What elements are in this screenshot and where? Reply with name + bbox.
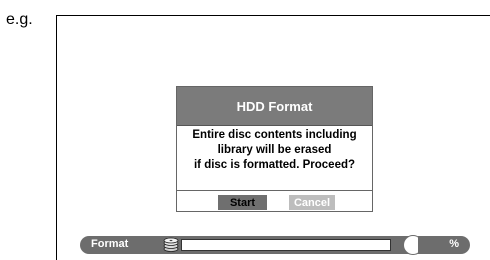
status-bar-right: % (418, 236, 470, 254)
disc-stack-icon (163, 237, 179, 252)
example-label: e.g. (6, 11, 33, 28)
format-progress-bar (181, 239, 391, 251)
message-line: library will be erased (217, 144, 332, 156)
dialog-title: HDD Format (177, 87, 372, 126)
dialog-message: Entire disc contents including library w… (177, 126, 372, 175)
hdd-format-dialog: HDD Format Entire disc contents includin… (176, 86, 373, 212)
percent-readout: % (449, 238, 459, 250)
status-label: Format (91, 238, 129, 250)
message-line: Entire disc contents including (192, 129, 357, 141)
status-bar-left: Format (80, 236, 416, 254)
format-status-bar: Format % (80, 235, 470, 255)
dialog-button-row: Start Cancel (177, 190, 372, 213)
message-line: if disc is formatted. Proceed? (193, 159, 356, 171)
cancel-button[interactable]: Cancel (289, 195, 335, 210)
start-button[interactable]: Start (218, 195, 267, 210)
